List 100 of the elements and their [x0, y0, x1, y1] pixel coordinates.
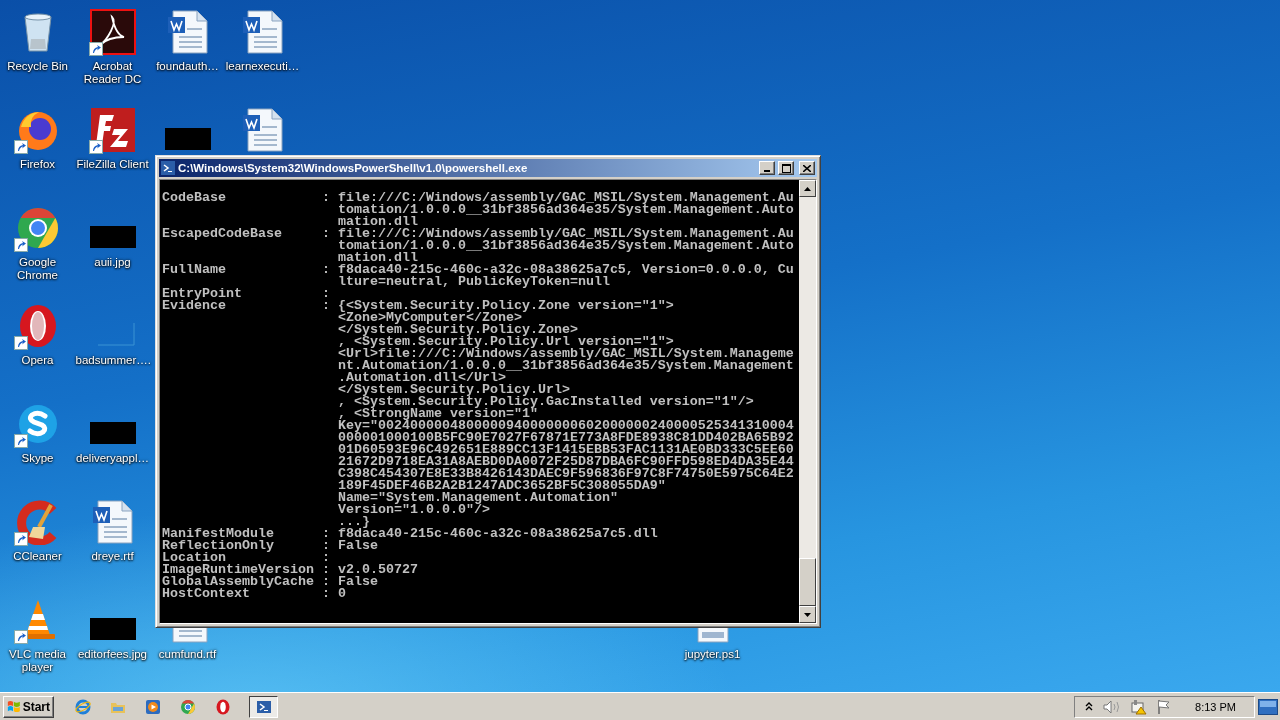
property-value: Key="0024000004800000940000000602000000240000525341310004	[337, 420, 795, 432]
property-value: False	[337, 540, 379, 552]
desktop-icon-label[interactable]: deliveryappl…	[75, 452, 150, 465]
property-value: , <System.Security.Policy.Url version="1">	[337, 336, 674, 348]
property-value: Name="System.Management.Automation"	[337, 492, 619, 504]
network-warning-icon[interactable]	[1131, 698, 1148, 715]
maximize-button[interactable]	[778, 161, 794, 175]
separator-colon: :	[321, 192, 331, 204]
desktop-icon-label[interactable]: Recycle Bin	[0, 60, 75, 73]
down-arrow-icon	[804, 612, 811, 617]
property-value: 21672D9718EA31A8AEBD0DA0072F25D87DBA6FC90FFD598ED4DA35E44	[337, 456, 795, 468]
desktop-icon-label[interactable]: Opera	[0, 354, 75, 367]
scroll-down-button[interactable]	[799, 606, 816, 623]
separator-colon: :	[321, 264, 331, 276]
property-name: EscapedCodeBase	[162, 228, 283, 240]
property-name: Evidence	[162, 300, 226, 312]
separator-colon: :	[321, 528, 331, 540]
windows-flag-icon	[7, 699, 21, 714]
property-name: CodeBase	[162, 192, 227, 204]
property-name: ImageRuntimeVersion	[162, 564, 315, 576]
separator-colon: :	[321, 588, 331, 600]
speaker-icon[interactable]	[1103, 699, 1122, 714]
property-value: nt.Automation/1.0.0.0__31bf3856ad364e35/System.Management	[337, 360, 795, 372]
property-value: , <System.Security.Policy.GacInstalled version="1"/>	[337, 396, 755, 408]
desktop-icon-label[interactable]: foundauth…	[150, 60, 225, 73]
property-value: <Url>file:///C:/Windows/assembly/GAC_MSIL/System.Manageme	[337, 348, 795, 360]
property-value: False	[337, 576, 379, 588]
quick-launch-button[interactable]	[214, 697, 232, 716]
property-value: ...}	[337, 516, 370, 528]
minimize-button[interactable]	[759, 161, 775, 175]
separator-colon: :	[321, 564, 331, 576]
quick-launch-button[interactable]	[179, 697, 197, 716]
property-name: Location	[162, 552, 226, 564]
property-value: C398C454307E8E33B8426143DAEC9F596836F97C8F74750E5975C64E2	[337, 468, 795, 480]
separator-colon: :	[321, 288, 331, 300]
show-desktop-icon[interactable]	[1258, 698, 1278, 715]
quick-launch-button[interactable]	[74, 697, 92, 716]
separator-colon: :	[321, 300, 331, 312]
property-name: ReflectionOnly	[162, 540, 275, 552]
desktop-icon-label[interactable]: Firefox	[0, 158, 75, 171]
powershell-icon	[255, 698, 272, 715]
thumbnail-icon[interactable]	[89, 618, 136, 640]
property-value: file:///C:/Windows/assembly/GAC_MSIL/System.Management.Au	[337, 228, 795, 240]
scroll-up-button[interactable]	[799, 180, 816, 197]
close-button[interactable]	[799, 161, 815, 175]
property-name: ManifestModule	[162, 528, 275, 540]
property-value: mation.dll	[337, 216, 418, 228]
property-value: 000001000100B5FC90E7027F67871E773A8FDE8938C81DD402BA65B92	[337, 432, 795, 444]
window-title: C:\Windows\System32\WindowsPowerShell\v1.0\powershell.exe	[178, 162, 529, 174]
scrollbar[interactable]	[799, 180, 816, 623]
thumbnail-icon[interactable]	[89, 422, 136, 444]
desktop-icon-label[interactable]: learnexecuti…	[225, 60, 300, 73]
property-value: .Automation.dll</Url>	[337, 372, 506, 384]
up-arrow-icon	[804, 186, 811, 191]
opera-icon	[215, 698, 231, 715]
chrome-icon	[180, 698, 196, 715]
property-name: EntryPoint	[162, 288, 243, 300]
scroll-thumb[interactable]	[799, 558, 816, 606]
chevron-up-icon[interactable]	[1085, 702, 1094, 711]
property-value: 01D60593E96C492651E889CC13F1415EBB53FAC1131AE0BD333C5EE60	[337, 444, 795, 456]
quick-launch-button[interactable]	[144, 697, 162, 716]
property-value: file:///C:/Windows/assembly/GAC_MSIL/System.Management.Au	[337, 192, 795, 204]
property-name: FullName	[162, 264, 227, 276]
thumbnail-icon[interactable]	[164, 128, 211, 150]
property-value: tomation/1.0.0.0__31bf3856ad364e35/System.Management.Auto	[337, 204, 795, 216]
taskbar-window-button[interactable]	[249, 695, 278, 718]
desktop-icon-label[interactable]: auii.jpg	[75, 256, 150, 269]
maximize-icon	[781, 163, 791, 173]
desktop-icon-label[interactable]: Google Chrome	[0, 256, 75, 282]
property-value: </System.Security.Policy.Zone>	[337, 324, 578, 336]
separator-colon: :	[321, 552, 331, 564]
separator-colon: :	[321, 576, 331, 588]
desktop-icon-label[interactable]: FileZilla Client	[75, 158, 150, 171]
filezilla-icon[interactable]	[89, 107, 136, 153]
property-value: mation.dll	[337, 252, 418, 264]
desktop-icon-label[interactable]: badsummer….	[75, 354, 150, 367]
flag-icon[interactable]	[1157, 698, 1172, 715]
property-value: 0	[337, 588, 347, 600]
desktop-icon-label[interactable]: Acrobat Reader DC	[75, 60, 150, 86]
property-value: Version="1.0.0.0"/>	[337, 504, 490, 516]
desktop-icon-label[interactable]: CCleaner	[0, 550, 75, 563]
acrobat-icon[interactable]	[89, 9, 136, 55]
property-value: f8daca40-215c-460c-a32c-08a38625a7c5, Version=0.0.0.0, Cu	[337, 264, 795, 276]
internet-explorer-icon	[75, 698, 91, 715]
separator-colon: :	[321, 228, 331, 240]
desktop-icon-label[interactable]: Skype	[0, 452, 75, 465]
desktop-icon-label[interactable]: dreye.rtf	[75, 550, 150, 563]
property-value: v2.0.50727	[337, 564, 419, 576]
separator-colon: :	[321, 540, 331, 552]
property-value: {<System.Security.Policy.Zone version="1">	[337, 300, 675, 312]
clock[interactable]: 8:13 PM	[1195, 700, 1236, 713]
media-player-icon	[145, 698, 161, 715]
property-value: </System.Security.Policy.Url>	[337, 384, 570, 396]
close-icon	[803, 164, 811, 172]
start-button[interactable]: Start	[3, 695, 54, 718]
property-value: f8daca40-215c-460c-a32c-08a38625a7c5.dll	[337, 528, 659, 540]
property-value: 189F45DEF46B2A2B1247ADC3652BF5C308055DA9"	[337, 480, 667, 492]
thumbnail-icon[interactable]	[89, 226, 136, 248]
powershell-icon	[161, 161, 175, 175]
property-value: tomation/1.0.0.0__31bf3856ad364e35/System.Management.Auto	[337, 240, 795, 252]
